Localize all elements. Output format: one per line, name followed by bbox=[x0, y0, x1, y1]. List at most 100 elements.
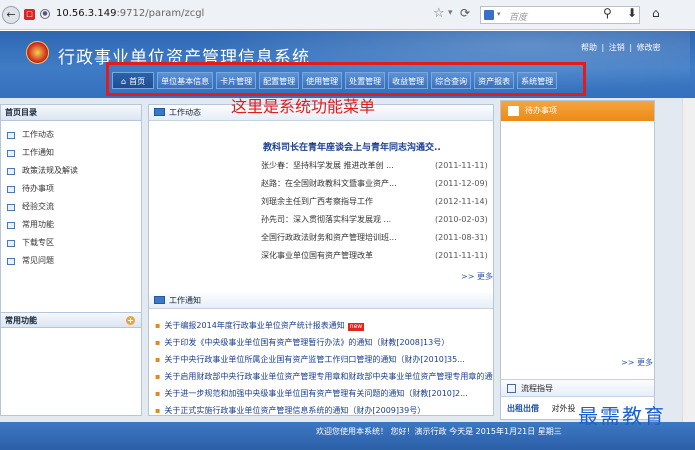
sidebar-item-downloads[interactable]: 下载专区 bbox=[7, 234, 141, 252]
document-icon bbox=[7, 185, 15, 193]
bullet-icon: ▪ bbox=[155, 372, 161, 381]
tab-lease[interactable]: 出租出借 bbox=[507, 404, 539, 413]
refresh-icon[interactable]: ⟳ bbox=[460, 6, 470, 20]
todo-more-link[interactable]: >> 更多 bbox=[621, 357, 653, 368]
news-headline[interactable]: 教科司长在青年座谈会上与青年同志沟通交.. bbox=[263, 140, 441, 153]
sidebar-item-policies[interactable]: 政策法规及解读 bbox=[7, 162, 141, 180]
bookmark-star-icon[interactable]: ☆ bbox=[433, 6, 445, 21]
menu-item-unit-info[interactable]: 单位基本信息 bbox=[157, 72, 214, 89]
sidebar-item-label: 常见问题 bbox=[22, 256, 54, 265]
notice-item[interactable]: ▪ 关于编报2014年度行政事业单位资产统计报表通知 new bbox=[155, 317, 493, 334]
news-row[interactable]: 刘琨余主任到广西考察指导工作 (2012-11-14) bbox=[261, 193, 493, 211]
bullet-icon: ▪ bbox=[155, 338, 161, 347]
sidebar-item-work-news[interactable]: 工作动态 bbox=[7, 126, 141, 144]
notice-title: 关于中央行政事业单位所属企业国有资产监管工作归口管理的通知（财办[2010]35… bbox=[164, 355, 465, 364]
link-divider: | bbox=[601, 43, 605, 52]
menu-item-usage-management[interactable]: 使用管理 bbox=[302, 72, 343, 89]
sidebar-item-label: 经验交流 bbox=[22, 202, 54, 211]
logout-link[interactable]: 注销 bbox=[609, 43, 625, 52]
address-bar[interactable]: 10.56.3.149:9712/param/zcgl bbox=[56, 8, 204, 19]
menu-item-query[interactable]: 综合查询 bbox=[431, 72, 472, 89]
news-date: (2011-11-11) bbox=[435, 161, 488, 170]
sidebar-item-label: 工作通知 bbox=[22, 148, 54, 157]
news-row[interactable]: 张少春：坚持科学发展 推进改革创 ... (2011-11-11) bbox=[261, 157, 493, 175]
back-arrow-icon[interactable]: ← bbox=[2, 6, 20, 24]
news-title: 赵路：在全国财政教科文暨事业资产... bbox=[261, 179, 397, 188]
search-icon[interactable]: ⚲ bbox=[603, 6, 612, 20]
document-icon bbox=[7, 257, 15, 265]
monitor-icon bbox=[154, 108, 165, 116]
news-more-link[interactable]: >> 更多 bbox=[461, 271, 493, 282]
download-icon[interactable]: ⬇ bbox=[627, 6, 637, 20]
main-menu: ⌂ 首页 单位基本信息 卡片管理 配置管理 使用管理 处置管理 收益管理 综合查询… bbox=[112, 72, 558, 89]
site-favicon-icon: □ bbox=[24, 9, 35, 20]
document-icon bbox=[7, 167, 15, 175]
footer-text: 欢迎您使用本系统！ 您好！演示行政 今天是 2015年1月21日 星期三 bbox=[316, 427, 562, 436]
tab-investment[interactable]: 对外投 bbox=[552, 404, 576, 413]
search-engine-icon[interactable] bbox=[484, 10, 494, 20]
menu-item-allocation-management[interactable]: 配置管理 bbox=[259, 72, 300, 89]
news-row[interactable]: 孙先司：深入贯彻落实科学发展观 ... (2010-02-03) bbox=[261, 211, 493, 229]
sidebar-item-todo[interactable]: 待办事项 bbox=[7, 180, 141, 198]
common-functions-header[interactable]: 常用功能 + bbox=[1, 312, 141, 328]
news-title: 张少春：坚持科学发展 推进改革创 ... bbox=[261, 161, 394, 170]
menu-item-disposal-management[interactable]: 处置管理 bbox=[345, 72, 386, 89]
sidebar-title: 首页目录 bbox=[1, 105, 141, 121]
news-list: 张少春：坚持科学发展 推进改革创 ... (2011-11-11) 赵路：在全国财… bbox=[261, 157, 493, 265]
watermark-text: 最需教育 bbox=[578, 404, 666, 428]
news-row[interactable]: 全国行政政法财务和资产管理培训班... (2011-08-31) bbox=[261, 229, 493, 247]
vertical-scrollbar[interactable] bbox=[682, 98, 695, 422]
menu-item-system-management[interactable]: 系统管理 bbox=[517, 72, 558, 89]
search-input[interactable]: ▾ 百度 bbox=[480, 6, 640, 24]
news-date: (2011-12-09) bbox=[435, 179, 488, 188]
sidebar-item-label: 下载专区 bbox=[22, 238, 54, 247]
news-section-header: 工作动态 这里是系统功能菜单 bbox=[149, 99, 493, 121]
notice-item[interactable]: ▪ 关于进一步规范和加强中央级事业单位国有资产管理有关问题的通知（财教[2010]… bbox=[155, 385, 493, 402]
document-icon bbox=[7, 239, 15, 247]
news-date: (2010-02-03) bbox=[435, 215, 488, 224]
sidebar-item-label: 工作动态 bbox=[22, 130, 54, 139]
url-host: 10.56.3.149 bbox=[56, 8, 117, 19]
menu-item-revenue-management[interactable]: 收益管理 bbox=[388, 72, 429, 89]
news-row[interactable]: 赵路：在全国财政教科文暨事业资产... (2011-12-09) bbox=[261, 175, 493, 193]
bullet-icon: ▪ bbox=[155, 389, 161, 398]
notice-section-header: 工作通知 bbox=[149, 293, 493, 309]
sidebar-item-common-functions[interactable]: 常用功能 bbox=[7, 216, 141, 234]
menu-item-asset-reports[interactable]: 资产报表 bbox=[474, 72, 515, 89]
todo-title: 待办事项 bbox=[525, 106, 557, 115]
notice-item[interactable]: ▪ 关于印发《中央级事业单位国有资产管理暂行办法》的通知（财教[2008]13号） bbox=[155, 334, 493, 351]
menu-item-card-management[interactable]: 卡片管理 bbox=[216, 72, 257, 89]
notice-item[interactable]: ▪ 关于启用财政部中央行政事业单位资产管理专用章和财政部中央事业单位资产管理专用章… bbox=[155, 368, 493, 385]
document-icon bbox=[7, 203, 15, 211]
notice-list: ▪ 关于编报2014年度行政事业单位资产统计报表通知 new ▪ 关于印发《中央级事业… bbox=[155, 317, 493, 419]
common-functions-title: 常用功能 bbox=[5, 316, 37, 325]
main-area: 首页目录 工作动态 工作通知 政策法规及解读 待办事项 经验交流 常用功能 下载… bbox=[0, 98, 695, 422]
menu-item-home[interactable]: ⌂ 首页 bbox=[112, 72, 155, 89]
news-title: 刘琨余主任到广西考察指导工作 bbox=[261, 197, 373, 206]
chevron-down-icon[interactable]: ▾ bbox=[448, 8, 453, 18]
notice-title: 关于编报2014年度行政事业单位资产统计报表通知 bbox=[164, 321, 345, 330]
news-date: (2011-11-11) bbox=[435, 251, 488, 260]
sidebar-item-experience[interactable]: 经验交流 bbox=[7, 198, 141, 216]
sidebar: 首页目录 工作动态 工作通知 政策法规及解读 待办事项 经验交流 常用功能 下载… bbox=[0, 104, 142, 416]
top-links: 帮助 | 注销 | 修改密 bbox=[580, 42, 662, 53]
guide-tabs: 出租出借 对外投 bbox=[507, 403, 576, 414]
help-link[interactable]: 帮助 bbox=[581, 43, 597, 52]
change-password-link[interactable]: 修改密 bbox=[637, 43, 661, 52]
news-date: (2012-11-14) bbox=[435, 197, 488, 206]
news-row[interactable]: 深化事业单位国有资产管理改革 (2011-11-11) bbox=[261, 247, 493, 265]
sidebar-menu: 工作动态 工作通知 政策法规及解读 待办事项 经验交流 常用功能 下载专区 常见… bbox=[1, 121, 141, 270]
notice-item[interactable]: ▪ 关于中央行政事业单位所属企业国有资产监管工作归口管理的通知（财办[2010]3… bbox=[155, 351, 493, 368]
chevron-down-icon[interactable]: ▾ bbox=[497, 10, 501, 18]
expand-plus-icon[interactable]: + bbox=[126, 316, 135, 325]
sidebar-item-work-notices[interactable]: 工作通知 bbox=[7, 144, 141, 162]
right-panel: 待办事项 >> 更多 流程指导 出租出借 对外投 bbox=[500, 100, 655, 420]
sidebar-item-faq[interactable]: 常见问题 bbox=[7, 252, 141, 270]
notice-title: 关于正式实施行政事业单位资产管理信息系统的通知（财办[2009]39号） bbox=[164, 406, 426, 415]
sidebar-item-label: 常用功能 bbox=[22, 220, 54, 229]
guide-title: 流程指导 bbox=[521, 384, 553, 393]
monitor-icon bbox=[154, 296, 165, 304]
todo-header: 待办事项 bbox=[501, 101, 654, 121]
home-icon[interactable]: ⌂ bbox=[652, 6, 660, 20]
notice-item[interactable]: ▪ 关于正式实施行政事业单位资产管理信息系统的通知（财办[2009]39号） bbox=[155, 402, 493, 419]
